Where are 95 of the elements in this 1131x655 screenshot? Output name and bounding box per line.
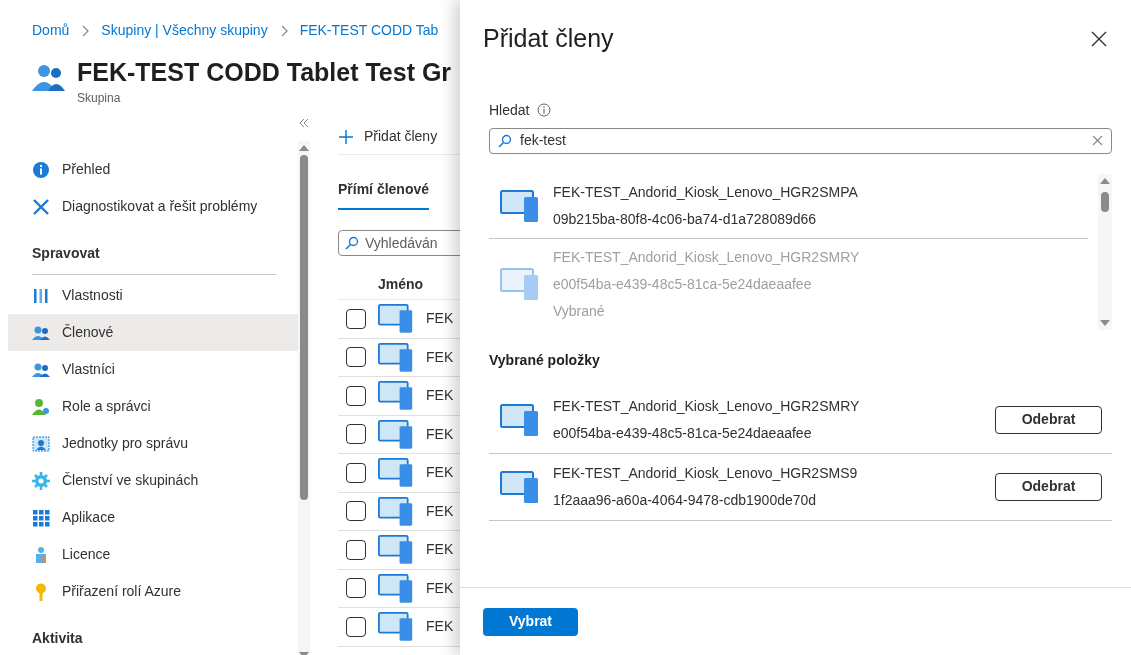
close-icon: [1091, 30, 1107, 47]
column-header: Jméno: [378, 276, 424, 292]
sidebar-item[interactable]: Přiřazení rolí Azure: [8, 573, 300, 610]
row-checkbox[interactable]: [346, 539, 366, 560]
device-id: 1f2aaa96-a60a-4064-9478-cdb1900de70d: [553, 490, 818, 510]
row-name: FEK: [426, 540, 454, 560]
row-name: FEK: [426, 424, 454, 444]
device-id: 09b215ba-80f8-4c06-ba74-d1a728089d66: [553, 209, 818, 229]
device-icon: [378, 341, 414, 373]
group-icon: [32, 63, 65, 91]
tab[interactable]: Přímí členové: [338, 179, 430, 210]
sidebar-item[interactable]: Aplikace: [8, 499, 300, 536]
row-name: FEK: [426, 347, 454, 367]
remove-button[interactable]: Odebrat: [995, 472, 1102, 501]
row-name: FEK: [426, 501, 454, 521]
scrollbar[interactable]: [1098, 173, 1112, 330]
sidebar-item[interactable]: Členové: [8, 314, 300, 351]
device-icon: [500, 469, 540, 504]
device-icon: [378, 303, 414, 335]
sidebar-heading: Aktivita: [32, 630, 83, 646]
device-id: e00f54ba-e439-48c5-81ca-5e24daeaafee: [553, 274, 813, 294]
row-checkbox[interactable]: [346, 424, 366, 445]
page-title: FEK-TEST CODD Tablet Test Gr: [77, 57, 452, 88]
sidebar-item[interactable]: Vlastníci: [8, 351, 300, 388]
device-name: FEK-TEST_Andorid_Kiosk_Lenovo_HGR2SMRY: [553, 247, 860, 267]
device-name: FEK-TEST_Andorid_Kiosk_Lenovo_HGR2SMRY: [553, 396, 861, 416]
sidebar-item[interactable]: Přehled: [8, 151, 300, 188]
status-text: Vybrané: [553, 301, 606, 321]
row-checkbox[interactable]: [346, 501, 366, 522]
search-field[interactable]: fek-test: [489, 127, 1112, 154]
info-icon[interactable]: [537, 103, 552, 117]
row-name: FEK: [426, 386, 454, 406]
nav-icon: [32, 471, 50, 490]
device-icon: [378, 457, 414, 489]
panel-title: Přidat členy: [483, 23, 614, 54]
row-checkbox[interactable]: [346, 308, 366, 329]
device-icon: [500, 402, 540, 437]
search-icon: [498, 133, 512, 148]
chevron-icon: [81, 24, 90, 37]
row-checkbox[interactable]: [346, 616, 366, 637]
select-button[interactable]: Vybrat: [483, 607, 578, 636]
row-name: FEK: [426, 578, 454, 598]
sidebar-item[interactable]: Role a správci: [8, 388, 300, 425]
row-checkbox[interactable]: [346, 578, 366, 599]
nav-icon: [32, 397, 50, 416]
nav-icon: [32, 286, 50, 305]
plus-icon: [338, 128, 354, 145]
device-icon: [500, 267, 540, 301]
scrollbar-thumb[interactable]: [300, 155, 308, 500]
search-label: Hledat: [489, 100, 530, 120]
sidebar-item[interactable]: Licence: [8, 536, 300, 573]
scroll-up-icon[interactable]: [299, 145, 309, 151]
scroll-up-icon[interactable]: [1100, 177, 1110, 184]
search-input[interactable]: Vyhledáván: [365, 232, 460, 254]
device-icon: [378, 611, 414, 643]
row-name: FEK: [426, 617, 454, 637]
device-icon: [500, 188, 540, 223]
row-name: FEK: [426, 309, 454, 329]
row-name: FEK: [426, 463, 454, 483]
search-icon: [345, 236, 359, 250]
sidebar-item[interactable]: Diagnostikovat a řešit problémy: [8, 188, 300, 225]
nav-icon: [32, 197, 50, 216]
row-checkbox[interactable]: [346, 385, 366, 406]
device-id: e00f54ba-e439-48c5-81ca-5e24daeaafee: [553, 423, 813, 443]
remove-button[interactable]: Odebrat: [995, 405, 1102, 434]
sidebar-item[interactable]: Členství ve skupinách: [8, 462, 300, 499]
row-checkbox[interactable]: [346, 462, 366, 483]
nav-icon: [32, 434, 50, 453]
page-subtitle: Skupina: [77, 90, 122, 107]
nav-icon: [32, 160, 50, 179]
search-input[interactable]: fek-test: [520, 130, 1084, 151]
device-icon: [378, 418, 414, 450]
row-checkbox[interactable]: [346, 347, 366, 368]
breadcrumb-link[interactable]: FEK-TEST CODD Tab: [299, 20, 439, 41]
chevron-icon: [279, 24, 288, 37]
device-name: FEK-TEST_Andorid_Kiosk_Lenovo_HGR2SMPA: [553, 182, 858, 202]
clear-icon[interactable]: [1092, 135, 1103, 146]
device-icon: [378, 572, 414, 604]
add-members-button[interactable]: Přidat členy: [338, 126, 438, 147]
result-item[interactable]: FEK-TEST_Andorid_Kiosk_Lenovo_HGR2SMPA 09b215ba-80f8-4c06-ba74-d1a728089d66: [489, 173, 1088, 239]
device-icon: [378, 495, 414, 527]
sidebar-heading: Spravovat: [32, 245, 100, 261]
scroll-down-icon[interactable]: [1100, 319, 1110, 326]
sidebar-item[interactable]: Vlastnosti: [8, 277, 300, 314]
scrollbar[interactable]: [298, 141, 310, 655]
breadcrumb-link[interactable]: Domů: [32, 20, 70, 41]
device-icon: [378, 534, 414, 566]
nav-icon: [32, 508, 50, 527]
scrollbar-thumb[interactable]: [1101, 191, 1109, 212]
breadcrumb-link[interactable]: Skupiny | Všechny skupiny: [101, 20, 268, 41]
device-name: FEK-TEST_Andorid_Kiosk_Lenovo_HGR2SMS9: [553, 463, 859, 483]
search-field[interactable]: Vyhledáván: [338, 230, 460, 256]
section-heading: Vybrané položky: [489, 350, 601, 370]
sidebar-item[interactable]: Jednotky pro správu: [8, 425, 300, 462]
device-icon: [378, 380, 414, 412]
